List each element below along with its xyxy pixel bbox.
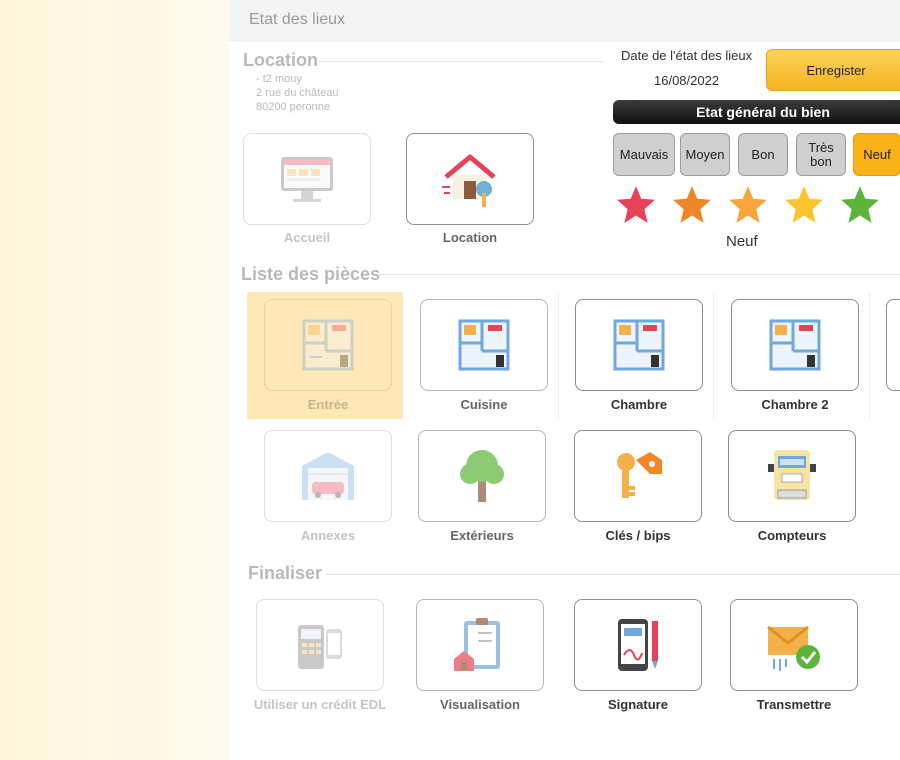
annexes-label: Annexes xyxy=(300,528,356,543)
section-divider xyxy=(319,61,604,62)
house-key-icon xyxy=(442,154,496,207)
save-button[interactable]: Enregister xyxy=(766,49,900,91)
room-tile-chambre[interactable] xyxy=(575,299,703,391)
monitor-icon xyxy=(281,157,333,202)
meter-icon xyxy=(768,450,816,500)
cles-bips-label: Clés / bips xyxy=(605,528,671,543)
star-icon[interactable] xyxy=(671,184,713,226)
date-value[interactable]: 16/08/2022 xyxy=(654,73,719,88)
address-line-2: 2 rue du château xyxy=(256,87,339,99)
transmettre-tile[interactable] xyxy=(730,599,858,691)
accueil-label: Accueil xyxy=(283,230,331,245)
date-label: Date de l'état des lieux xyxy=(621,48,753,63)
clipboard-house-icon xyxy=(454,618,500,671)
tree-icon xyxy=(460,450,504,502)
exterieurs-tile[interactable] xyxy=(418,430,546,522)
annexes-tile[interactable] xyxy=(264,430,392,522)
room-tile-chambre-2[interactable] xyxy=(731,299,859,391)
room-tile-cuisine[interactable] xyxy=(420,299,548,391)
location-label: Location xyxy=(442,230,498,245)
location-tile[interactable] xyxy=(406,133,534,225)
cles-bips-tile[interactable] xyxy=(574,430,702,522)
visualisation-tile[interactable] xyxy=(416,599,544,691)
keys-icon xyxy=(617,452,662,498)
payment-terminal-icon xyxy=(298,625,342,669)
location-section-title: Location xyxy=(243,50,318,70)
condition-tres-bon-button[interactable]: Très bon xyxy=(796,133,846,176)
visualisation-label: Visualisation xyxy=(440,697,520,712)
condition-tres-bon-label: Très bon xyxy=(808,139,834,169)
compteurs-tile[interactable] xyxy=(728,430,856,522)
compteurs-label: Compteurs xyxy=(757,528,827,543)
section-divider xyxy=(325,574,900,575)
selected-condition-caption: Neuf xyxy=(726,233,758,250)
envelope-check-icon xyxy=(767,625,820,671)
credit-edl-label: Utiliser un crédit EDL xyxy=(253,697,387,712)
floorplan-icon xyxy=(302,319,354,371)
condition-mauvais-button[interactable]: Mauvais xyxy=(613,133,675,176)
transmettre-label: Transmettre xyxy=(756,697,832,712)
room-label-chambre: Chambre xyxy=(610,397,668,412)
star-icon[interactable] xyxy=(727,184,769,226)
accueil-tile[interactable] xyxy=(243,133,371,225)
finaliser-section-title: Finaliser xyxy=(248,563,323,583)
main-panel: Etat des lieux Location - t2 mouy 2 rue … xyxy=(229,0,900,760)
floorplan-icon xyxy=(613,319,665,371)
address-line-3: 80200 peronne xyxy=(256,101,331,113)
star-icon[interactable] xyxy=(783,184,825,226)
left-pane xyxy=(0,0,229,760)
floorplan-icon xyxy=(769,319,821,371)
garage-icon xyxy=(302,452,354,500)
room-label-chambre-2: Chambre 2 xyxy=(761,397,829,412)
room-tile-entree[interactable] xyxy=(264,299,392,391)
etat-general-header: Etat général du bien xyxy=(613,100,900,124)
exterieurs-label: Extérieurs xyxy=(450,528,514,543)
condition-bon-button[interactable]: Bon xyxy=(738,133,788,176)
room-tile-next-partial[interactable] xyxy=(886,299,900,391)
condition-moyen-button[interactable]: Moyen xyxy=(680,133,730,176)
signature-label: Signature xyxy=(608,697,668,712)
topbar: Etat des lieux xyxy=(229,0,900,42)
location-address: - t2 mouy 2 rue du château 80200 peronne xyxy=(256,72,339,114)
page-title: Etat des lieux xyxy=(249,11,346,28)
rooms-section-title: Liste des pièces xyxy=(241,264,381,284)
signature-tile[interactable] xyxy=(574,599,702,691)
star-icon[interactable] xyxy=(839,184,881,226)
phone-signature-icon xyxy=(618,619,658,671)
condition-neuf-button[interactable]: Neuf xyxy=(853,133,900,176)
room-label-cuisine: Cuisine xyxy=(460,397,508,412)
address-line-1: - t2 mouy xyxy=(256,73,302,85)
star-icon[interactable] xyxy=(615,184,657,226)
credit-edl-tile[interactable] xyxy=(256,599,384,691)
section-divider xyxy=(377,274,900,275)
room-label-entree: Entrée xyxy=(307,397,349,412)
floorplan-icon xyxy=(458,319,510,371)
